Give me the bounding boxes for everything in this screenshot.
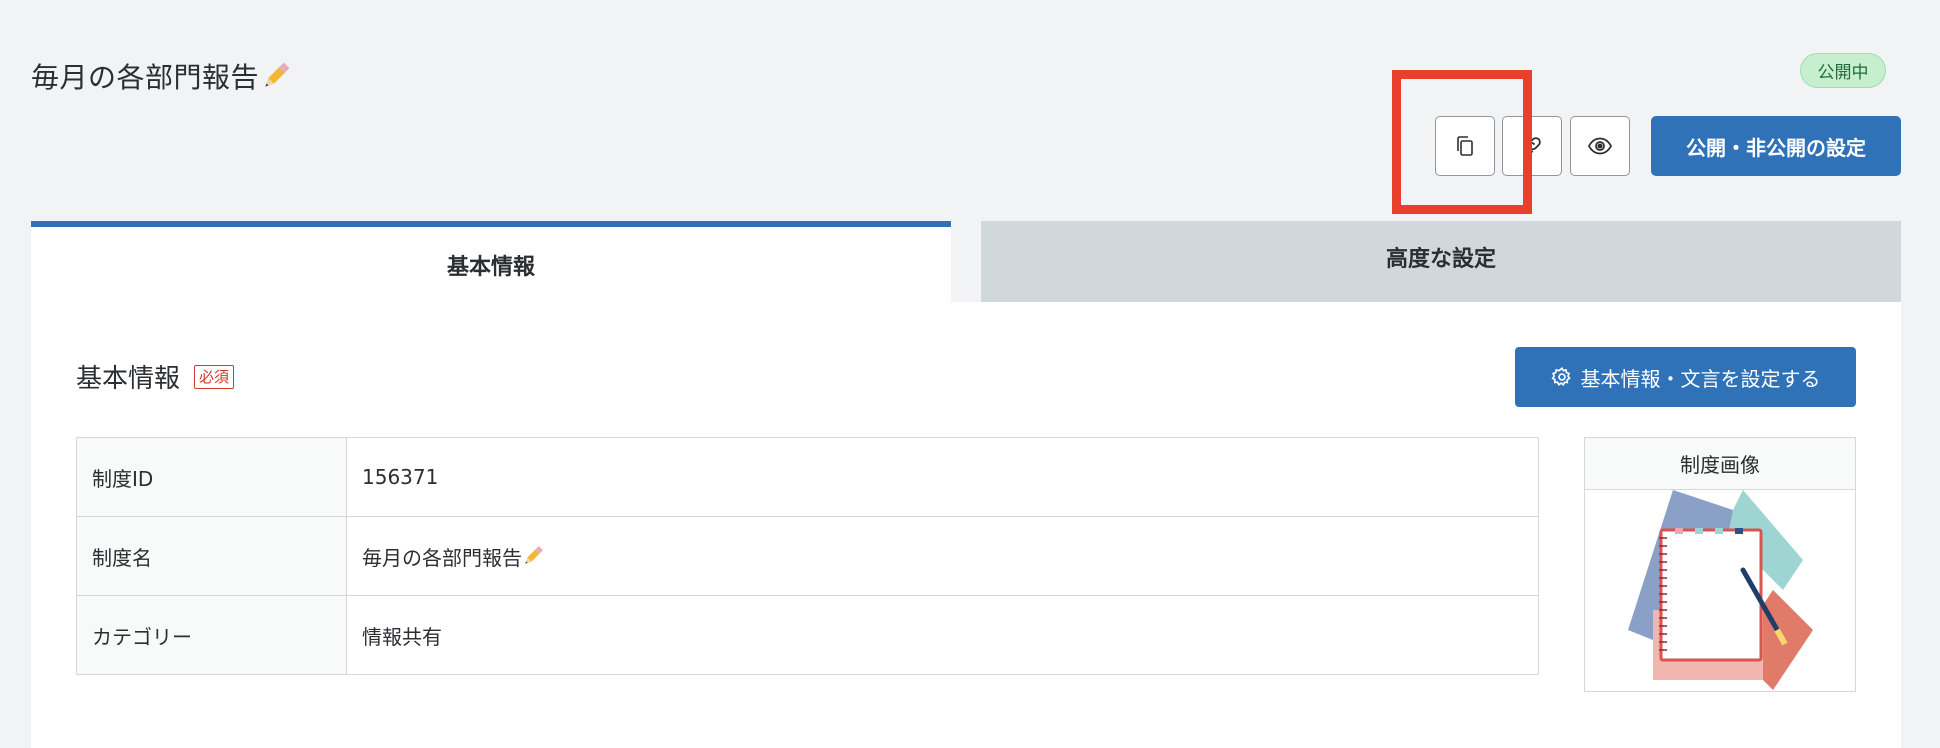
row-label-category: カテゴリー — [76, 595, 347, 675]
system-image-panel: 制度画像 — [1584, 437, 1856, 692]
row-value-name: 毎月の各部門報告 — [346, 516, 1539, 596]
section-title: 基本情報 必須 — [76, 358, 235, 395]
tab-advanced-settings-label: 高度な設定 — [1385, 246, 1496, 272]
preview-button[interactable] — [1570, 116, 1630, 176]
pencil-icon — [265, 62, 290, 87]
status-badge: 公開中 — [1800, 53, 1886, 88]
row-value-id: 156371 — [346, 437, 1539, 517]
basic-info-settings-button[interactable]: 基本情報・文言を設定する — [1515, 347, 1856, 407]
tab-advanced-settings[interactable]: 高度な設定 — [981, 221, 1901, 302]
table-row: 制度ID 156371 — [76, 437, 1539, 517]
notebook-illustration — [1628, 490, 1813, 690]
copy-button[interactable] — [1435, 116, 1495, 176]
copy-icon — [1457, 136, 1473, 156]
system-image-header: 制度画像 — [1585, 438, 1855, 490]
link-button[interactable] — [1502, 116, 1562, 176]
required-badge: 必須 — [194, 364, 235, 389]
page-title-text: 毎月の各部門報告 — [31, 61, 260, 94]
tab-basic-info[interactable]: 基本情報 — [31, 221, 951, 302]
row-value-category: 情報共有 — [346, 595, 1539, 675]
gear-icon — [1550, 367, 1571, 386]
row-label-id: 制度ID — [76, 437, 347, 517]
eye-icon — [1587, 137, 1613, 155]
link-icon — [1523, 137, 1541, 155]
basic-info-settings-label: 基本情報・文言を設定する — [1580, 366, 1821, 391]
table-row: 制度名 毎月の各部門報告 — [76, 516, 1539, 596]
page-title: 毎月の各部門報告 — [31, 56, 291, 96]
section-title-text: 基本情報 — [76, 364, 181, 394]
publish-settings-button[interactable]: 公開・非公開の設定 — [1651, 116, 1901, 176]
tab-basic-info-label: 基本情報 — [446, 254, 535, 280]
row-label-name: 制度名 — [76, 516, 347, 596]
basic-info-table: 制度ID 156371 制度名 毎月の各部門報告 カテゴリー 情報共有 — [76, 437, 1539, 675]
table-row: カテゴリー 情報共有 — [76, 595, 1539, 675]
pencil-icon — [525, 546, 543, 564]
row-value-name-text: 毎月の各部門報告 — [362, 545, 522, 570]
